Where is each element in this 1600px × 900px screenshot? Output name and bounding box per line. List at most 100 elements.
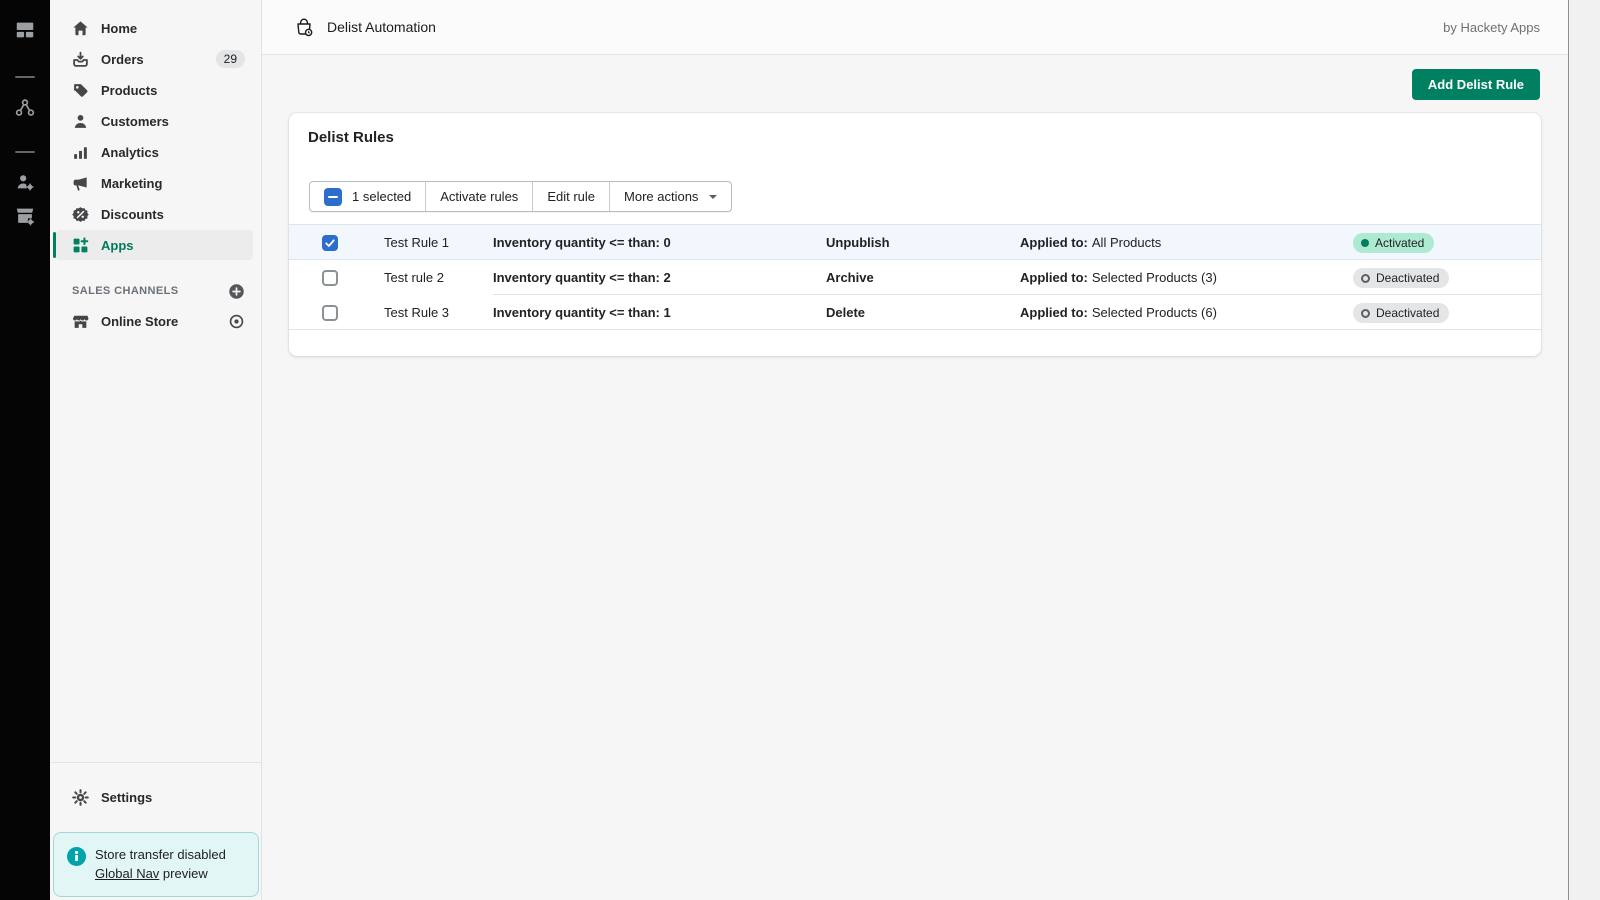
applied-to-value: All Products xyxy=(1092,235,1161,250)
delist-rules-card: Delist Rules 1 selected Activate rules E… xyxy=(289,113,1541,356)
row-checkbox[interactable] xyxy=(322,235,338,251)
app-byline: by Hackety Apps xyxy=(1443,20,1540,35)
person-icon xyxy=(72,113,89,130)
applied-to-label: Applied to: xyxy=(1020,235,1088,250)
sidebar-item-label: Analytics xyxy=(101,145,159,160)
card-title: Delist Rules xyxy=(308,129,394,146)
sidebar-item-home[interactable]: Home xyxy=(56,13,253,43)
storefront-icon xyxy=(72,313,89,330)
rail-divider xyxy=(15,151,35,153)
sidebar-item-analytics[interactable]: Analytics xyxy=(56,137,253,167)
sidebar-item-orders[interactable]: Orders 29 xyxy=(56,44,253,74)
table-row[interactable]: Test rule 2 Inventory quantity <= than: … xyxy=(289,260,1541,295)
rule-name: Test rule 2 xyxy=(384,260,444,295)
scrollbar-gutter[interactable] xyxy=(1568,0,1600,900)
main-area: Delist Automation by Hackety Apps Add De… xyxy=(262,0,1568,900)
rule-action: Archive xyxy=(826,260,874,295)
sidebar-item-marketing[interactable]: Marketing xyxy=(56,168,253,198)
rule-action: Unpublish xyxy=(826,225,890,260)
bulk-actions-toolbar: 1 selected Activate rules Edit rule More… xyxy=(309,181,732,212)
bar-chart-icon xyxy=(72,144,89,161)
gear-icon xyxy=(72,789,89,806)
sidebar-item-label: Online Store xyxy=(101,314,178,329)
table-row[interactable]: Test Rule 1 Inventory quantity <= than: … xyxy=(289,225,1541,260)
page-title: Delist Automation xyxy=(327,19,436,35)
page-content: Add Delist Rule Delist Rules 1 selected … xyxy=(262,55,1568,900)
more-actions-button[interactable]: More actions xyxy=(609,182,731,211)
home-icon xyxy=(72,20,89,37)
sidebar-item-label: Marketing xyxy=(101,176,162,191)
notice-line2: Global Nav preview xyxy=(95,864,250,883)
flow-icon[interactable] xyxy=(0,94,50,122)
edit-rule-label: Edit rule xyxy=(547,189,595,204)
rule-name: Test Rule 1 xyxy=(384,225,449,260)
status-label: Deactivated xyxy=(1376,271,1439,285)
sidebar-item-label: Products xyxy=(101,83,157,98)
shopify-admin-app: Home Orders 29 Products xyxy=(0,0,1600,900)
rule-condition: Inventory quantity <= than: 0 xyxy=(493,225,671,260)
add-sales-channel-button[interactable] xyxy=(228,283,245,300)
status-label: Activated xyxy=(1375,236,1424,250)
nav-sidebar: Home Orders 29 Products xyxy=(50,0,262,900)
collage-icon[interactable] xyxy=(0,16,50,44)
megaphone-icon xyxy=(72,175,89,192)
eye-icon[interactable] xyxy=(228,313,245,330)
sidebar-item-label: Orders xyxy=(101,52,144,67)
orders-count-badge: 29 xyxy=(216,50,245,68)
sidebar-item-discounts[interactable]: Discounts xyxy=(56,199,253,229)
sidebar-item-label: Home xyxy=(101,21,137,36)
status-ring-icon xyxy=(1361,309,1370,318)
sales-channels-heading: SALES CHANNELS xyxy=(56,280,253,302)
status-badge: Activated xyxy=(1353,233,1434,253)
applied-to-label: Applied to: xyxy=(1020,270,1088,285)
orders-icon xyxy=(72,51,89,68)
selection-segment[interactable]: 1 selected xyxy=(310,182,425,211)
select-all-checkbox[interactable] xyxy=(324,188,342,206)
customer-settings-icon[interactable] xyxy=(0,168,50,196)
rule-action: Delete xyxy=(826,295,865,330)
edit-rule-button[interactable]: Edit rule xyxy=(532,182,609,211)
notice-suffix: preview xyxy=(159,866,207,881)
activate-rules-label: Activate rules xyxy=(440,189,518,204)
status-badge: Deactivated xyxy=(1353,268,1449,288)
rail-divider xyxy=(15,76,35,78)
sidebar-item-label: Apps xyxy=(101,238,134,253)
nav-list: Home Orders 29 Products xyxy=(50,0,261,336)
rule-condition: Inventory quantity <= than: 2 xyxy=(493,260,671,295)
info-icon xyxy=(67,847,86,866)
tag-icon xyxy=(72,82,89,99)
applied-to-value: Selected Products (6) xyxy=(1092,305,1217,320)
selected-count-label: 1 selected xyxy=(352,189,411,204)
sidebar-item-settings[interactable]: Settings xyxy=(56,782,253,812)
status-badge: Deactivated xyxy=(1353,303,1449,323)
sidebar-item-online-store[interactable]: Online Store xyxy=(56,306,253,336)
activate-rules-button[interactable]: Activate rules xyxy=(425,182,532,211)
rule-applied-to: Applied to: All Products xyxy=(1020,225,1161,260)
applied-to-label: Applied to: xyxy=(1020,305,1088,320)
sidebar-item-customers[interactable]: Customers xyxy=(56,106,253,136)
chevron-down-icon xyxy=(709,195,717,203)
rule-applied-to: Applied to:Selected Products (3) xyxy=(1020,260,1217,295)
table-row[interactable]: Test Rule 3 Inventory quantity <= than: … xyxy=(289,295,1541,330)
more-actions-label: More actions xyxy=(624,189,698,204)
store-transfer-notice: Store transfer disabled Global Nav previ… xyxy=(53,832,259,897)
rule-applied-to: Applied to: Selected Products (6) xyxy=(1020,295,1217,330)
add-delist-rule-button[interactable]: Add Delist Rule xyxy=(1412,69,1540,100)
row-checkbox[interactable] xyxy=(322,270,338,286)
global-rail xyxy=(0,0,50,900)
app-bag-icon xyxy=(294,17,314,37)
sidebar-item-apps[interactable]: Apps xyxy=(56,230,253,260)
store-settings-icon[interactable] xyxy=(0,202,50,230)
app-header: Delist Automation by Hackety Apps xyxy=(262,0,1568,55)
rules-table: Test Rule 1 Inventory quantity <= than: … xyxy=(289,224,1541,330)
rule-name: Test Rule 3 xyxy=(384,295,449,330)
discount-icon xyxy=(72,206,89,223)
status-ring-icon xyxy=(1361,274,1370,283)
global-nav-link[interactable]: Global Nav xyxy=(95,866,159,881)
sidebar-item-label: Settings xyxy=(101,790,152,805)
status-label: Deactivated xyxy=(1376,306,1439,320)
sidebar-item-products[interactable]: Products xyxy=(56,75,253,105)
row-checkbox[interactable] xyxy=(322,305,338,321)
sidebar-item-label: Discounts xyxy=(101,207,164,222)
sidebar-bottom-divider xyxy=(50,762,261,763)
